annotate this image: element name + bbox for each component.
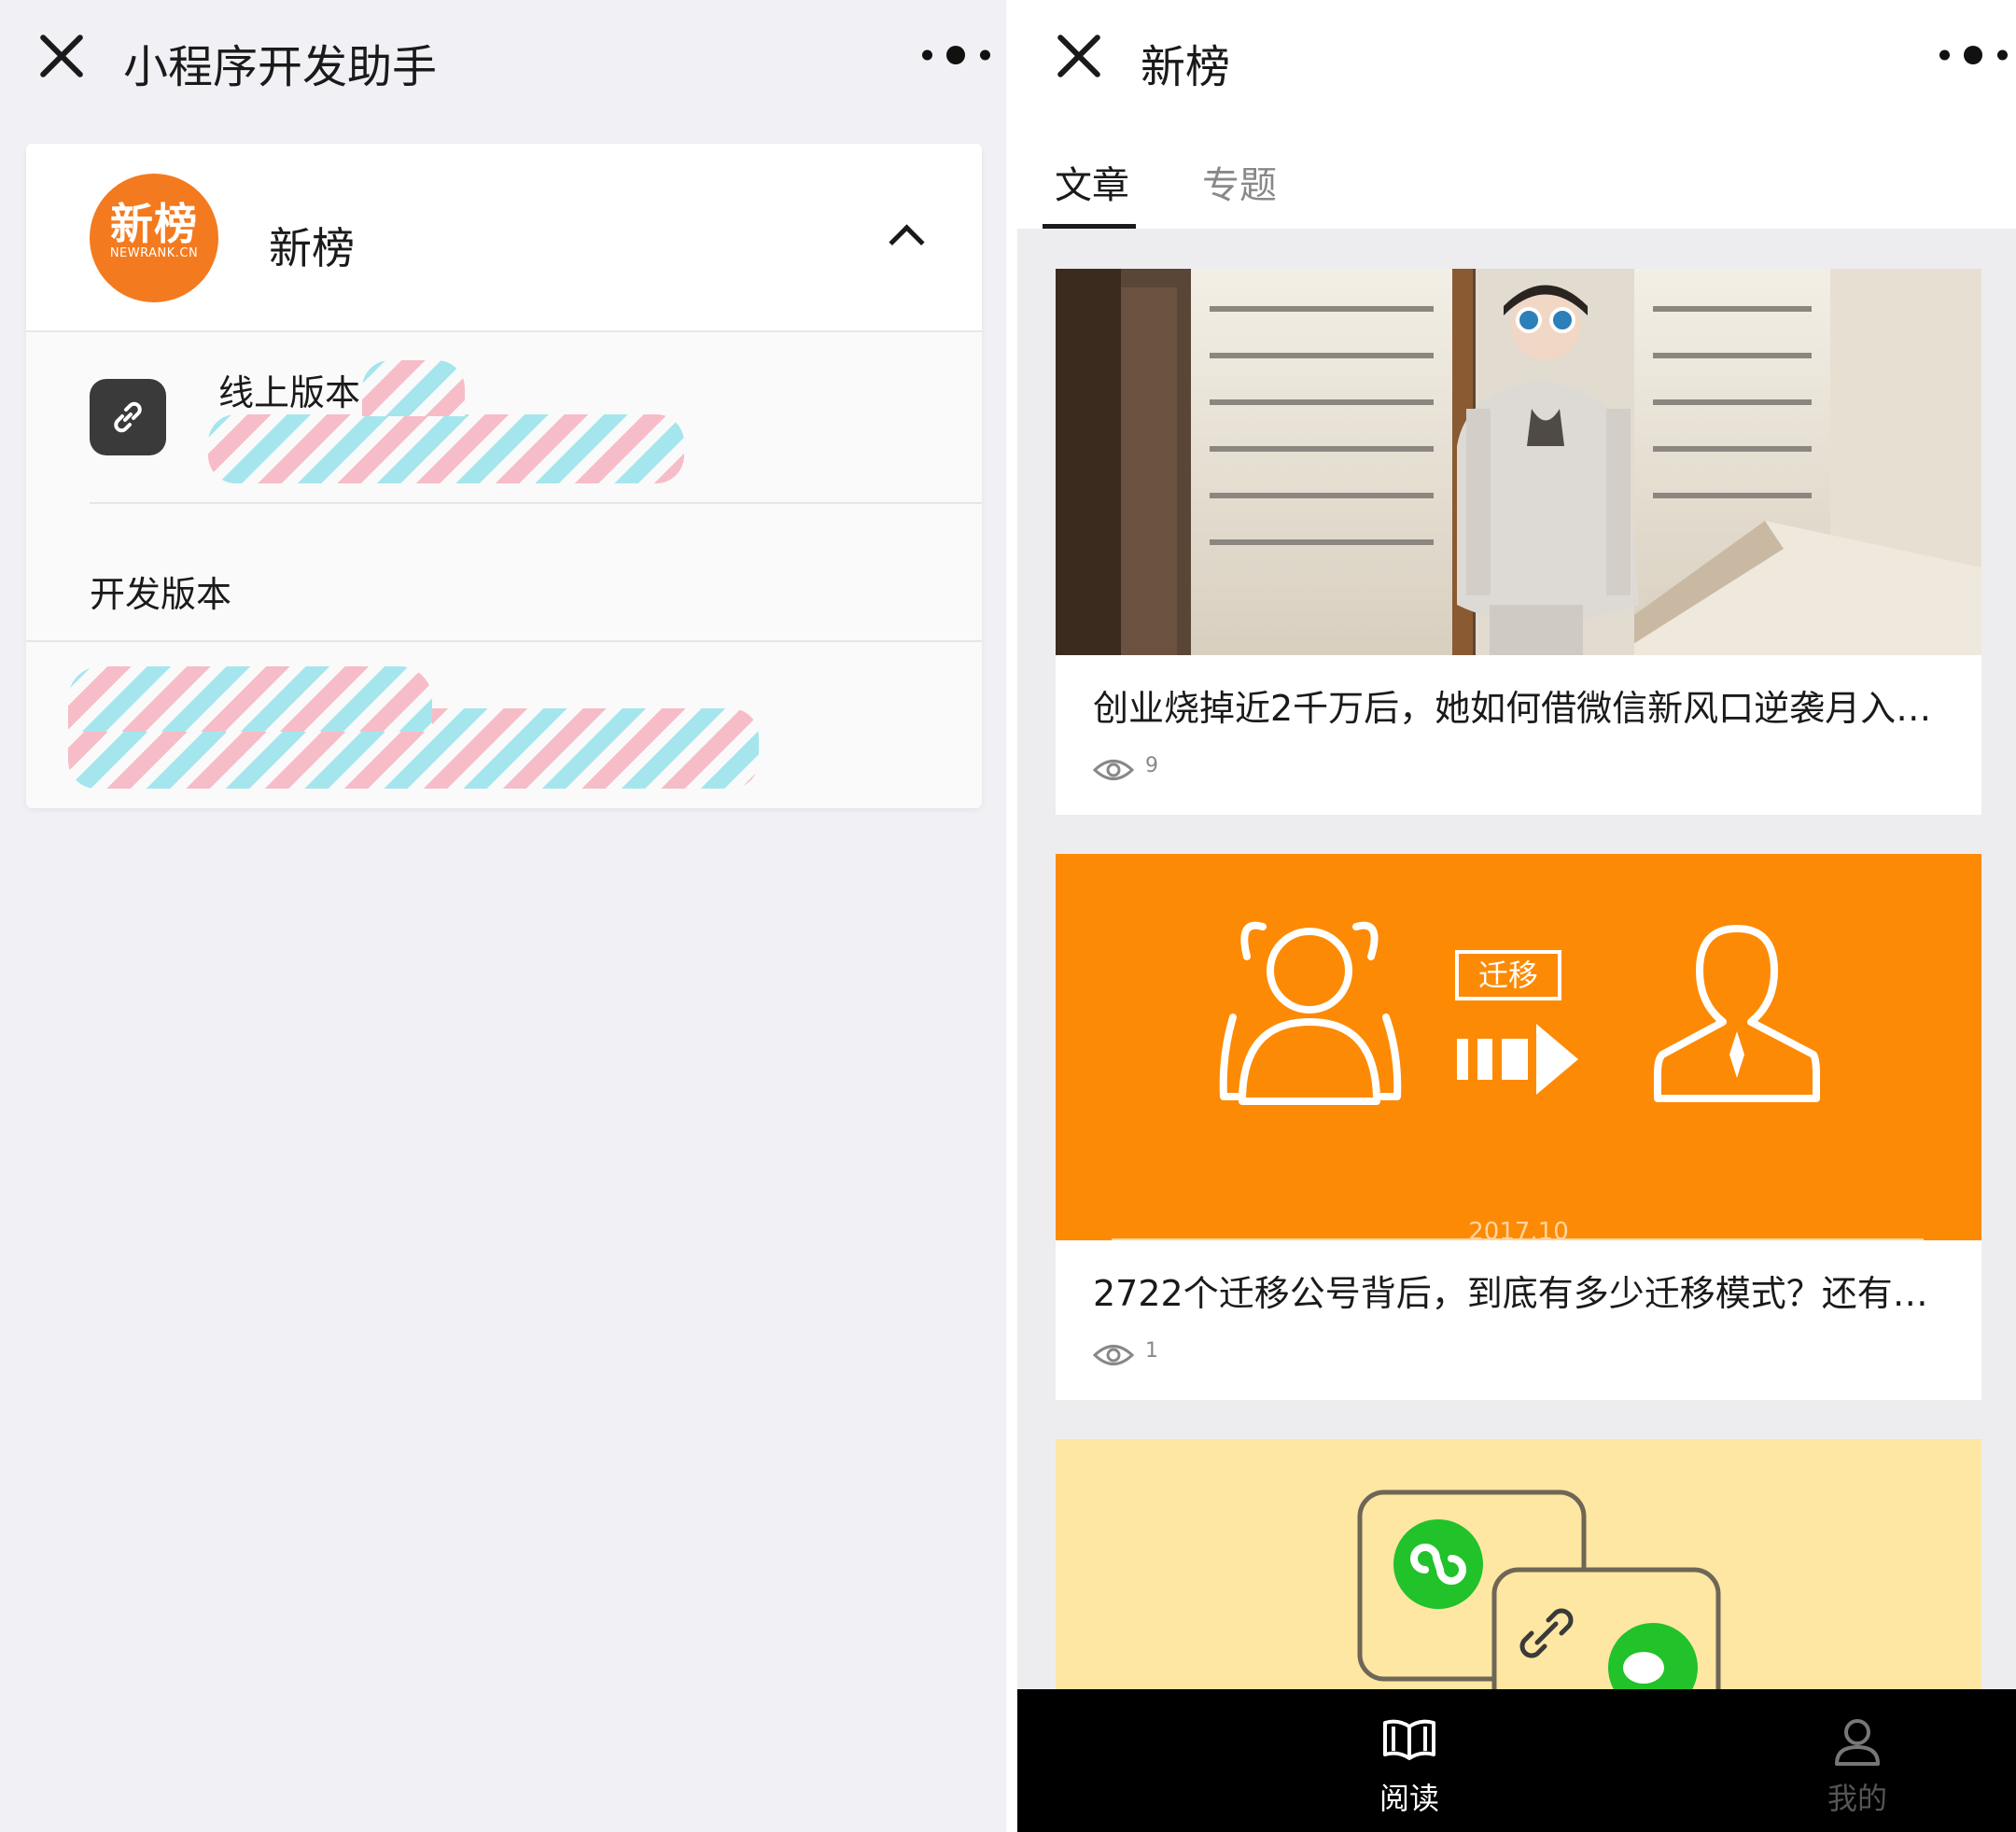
- tab-topics[interactable]: 专题: [1202, 155, 1277, 209]
- close-icon[interactable]: [35, 30, 88, 82]
- article-thumbnail: [1056, 269, 1981, 655]
- online-version-label: 线上版本: [218, 372, 361, 413]
- divider: [26, 330, 982, 332]
- redaction-mark: [208, 414, 684, 483]
- active-tab-indicator: [1043, 224, 1136, 229]
- more-icon[interactable]: [918, 41, 1012, 69]
- link-icon: [90, 379, 166, 455]
- eye-icon: [1093, 760, 1134, 780]
- article-card[interactable]: 迁移 2017.10 2722个迁移公号背后，到底有多少迁移模式？还有哪些机会？…: [1056, 854, 1981, 1400]
- app-card: 新榜 NEWRANK.CN 新榜 线上版本 开发版本: [26, 144, 982, 808]
- tabbar-label: 阅读: [1379, 1781, 1439, 1816]
- chevron-up-icon[interactable]: [889, 224, 925, 260]
- article-title: 2722个迁移公号背后，到底有多少迁移模式？还有哪些机会？: [1093, 1273, 1952, 1314]
- tabbar-item-read[interactable]: 阅读: [1269, 1689, 1549, 1832]
- user-icon: [1835, 1719, 1880, 1766]
- right-pane: 新榜 文章 专题 创业烧掉近2千万后，她如何借微信新风口逆袭月入千万？ 9 迁移…: [1017, 0, 2016, 1832]
- divider: [26, 640, 982, 642]
- more-icon[interactable]: [1936, 41, 2016, 69]
- close-icon[interactable]: [1053, 30, 1105, 82]
- redaction-mark: [68, 666, 432, 732]
- tabbar-item-mine[interactable]: 我的: [1717, 1689, 1997, 1832]
- pane-divider: [1006, 0, 1017, 1832]
- divider: [90, 502, 982, 504]
- article-thumbnail: 迁移 2017.10: [1056, 854, 1981, 1240]
- article-thumbnail: [1357, 1489, 1721, 1691]
- article-card[interactable]: 创业烧掉近2千万后，她如何借微信新风口逆袭月入千万？ 9: [1056, 269, 1981, 815]
- app-card-header[interactable]: 新榜 NEWRANK.CN 新榜: [26, 144, 982, 330]
- right-header: 新榜 文章 专题: [1017, 0, 2016, 229]
- redaction-mark: [362, 360, 465, 416]
- bottom-tab-bar: 阅读 我的: [1017, 1689, 2016, 1832]
- eye-icon: [1093, 1345, 1134, 1365]
- article-title: 创业烧掉近2千万后，她如何借微信新风口逆袭月入千万？: [1093, 688, 1952, 729]
- banner-date: 2017.10: [1468, 1218, 1569, 1240]
- tabbar-label: 我的: [1827, 1781, 1887, 1816]
- left-pane: 小程序开发助手 新榜 NEWRANK.CN 新榜 线上版本 开发版本: [0, 0, 1006, 1832]
- page-title: 小程序开发助手: [123, 41, 438, 93]
- tab-articles[interactable]: 文章: [1055, 155, 1129, 209]
- app-name: 新榜: [269, 223, 355, 273]
- dev-version-label: 开发版本: [90, 574, 232, 615]
- app-logo: 新榜 NEWRANK.CN: [90, 174, 218, 302]
- article-card[interactable]: [1056, 1439, 1981, 1691]
- banner-tag: 迁移: [1477, 958, 1538, 993]
- page-title: 新榜: [1141, 41, 1231, 93]
- book-icon: [1383, 1719, 1435, 1760]
